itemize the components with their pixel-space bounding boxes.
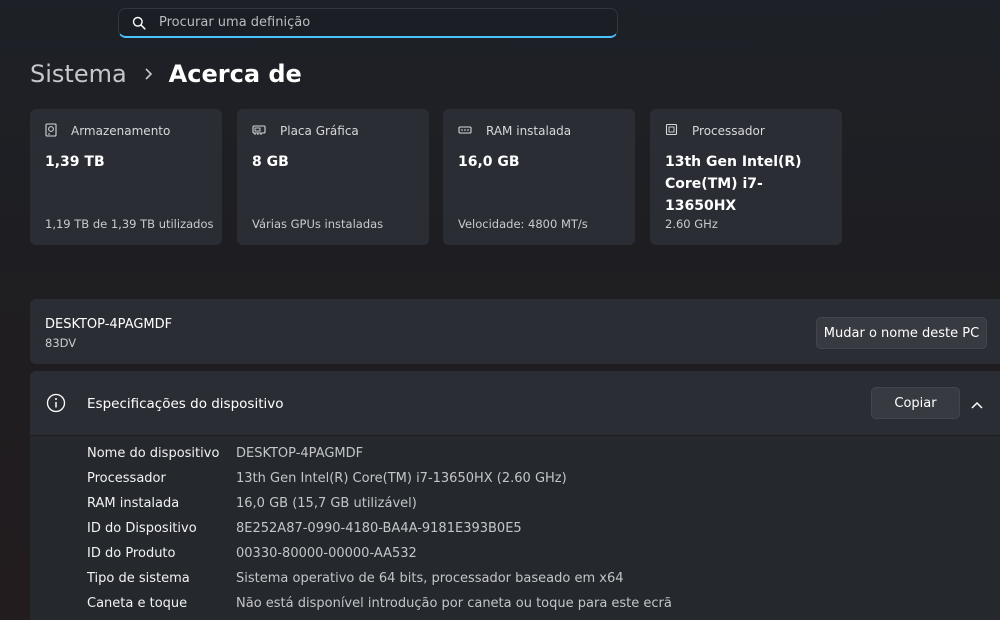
rename-pc-button[interactable]: Mudar o nome deste PC [816, 317, 987, 349]
breadcrumb: Sistema Acerca de [30, 56, 302, 92]
spec-label: RAM instalada [87, 496, 180, 511]
card-subtext: Várias GPUs instaladas [252, 217, 384, 231]
chevron-up-icon[interactable] [970, 395, 984, 414]
card-value: 13th Gen Intel(R) Core(TM) i7-13650HX [665, 154, 802, 214]
storage-icon [45, 122, 64, 140]
spec-label: Caneta e toque [87, 596, 188, 611]
card-processor: Processador 13th Gen Intel(R) Core(TM) i… [650, 109, 842, 245]
spec-value: DESKTOP-4PAGMDF [236, 446, 364, 461]
spec-value: 8E252A87-0990-4180-BA4A-9181E393B0E5 [236, 521, 522, 536]
spec-label: ID do Dispositivo [87, 521, 197, 536]
spec-row: Processador 13th Gen Intel(R) Core(TM) i… [87, 471, 567, 491]
card-value: 16,0 GB [458, 154, 520, 170]
card-ram: RAM instalada 16,0 GB Velocidade: 4800 M… [443, 109, 635, 245]
spec-row: ID do Dispositivo 8E252A87-0990-4180-BA4… [87, 521, 522, 541]
breadcrumb-parent-link[interactable]: Sistema [30, 60, 127, 88]
chevron-right-icon [143, 67, 153, 81]
copy-button[interactable]: Copiar [871, 387, 960, 419]
spec-label: Tipo de sistema [87, 571, 190, 586]
processor-icon [665, 123, 685, 139]
device-model: 83DV [45, 336, 77, 350]
spec-row: Caneta e toque Não está disponível intro… [87, 596, 672, 616]
page-title: Acerca de [168, 60, 302, 88]
device-name: DESKTOP-4PAGMDF [45, 317, 173, 332]
device-specs-header[interactable]: Especificações do dispositivo Copiar [30, 371, 1000, 435]
spec-label: Processador [87, 471, 166, 486]
graphics-card-icon [252, 124, 273, 139]
device-specs-body: Nome do dispositivo DESKTOP-4PAGMDF Proc… [30, 436, 1000, 620]
card-subtext: 2.60 GHz [665, 217, 718, 231]
info-icon [46, 393, 66, 417]
card-title: Placa Gráfica [280, 124, 359, 138]
spec-row: Tipo de sistema Sistema operativo de 64 … [87, 571, 623, 591]
search-icon [119, 16, 159, 30]
card-subtext: Velocidade: 4800 MT/s [458, 217, 588, 231]
card-title: RAM instalada [486, 124, 572, 138]
spec-row: Nome do dispositivo DESKTOP-4PAGMDF [87, 446, 363, 466]
spec-label: Nome do dispositivo [87, 446, 220, 461]
device-name-row: DESKTOP-4PAGMDF 83DV Mudar o nome deste … [30, 299, 1000, 364]
card-title: Processador [692, 124, 765, 138]
spec-value: Sistema operativo de 64 bits, processado… [236, 571, 624, 586]
card-title: Armazenamento [71, 124, 171, 138]
spec-value: 00330-80000-00000-AA532 [236, 546, 417, 561]
ram-icon [458, 124, 479, 139]
card-storage: Armazenamento 1,39 TB 1,19 TB de 1,39 TB… [30, 109, 222, 245]
card-graphics: Placa Gráfica 8 GB Várias GPUs instalada… [237, 109, 429, 245]
card-value: 8 GB [252, 154, 289, 170]
specs-title: Especificações do dispositivo [87, 396, 284, 412]
spec-value: 13th Gen Intel(R) Core(TM) i7-13650HX (2… [236, 471, 567, 486]
card-subtext: 1,19 TB de 1,39 TB utilizados [45, 217, 214, 231]
spec-row: RAM instalada 16,0 GB (15,7 GB utilizáve… [87, 496, 417, 516]
search-input[interactable] [159, 15, 579, 30]
spec-value: Não está disponível introdução por canet… [236, 596, 672, 611]
spec-value: 16,0 GB (15,7 GB utilizável) [236, 496, 417, 511]
spec-row: ID do Produto 00330-80000-00000-AA532 [87, 546, 417, 566]
spec-label: ID do Produto [87, 546, 176, 561]
search-box[interactable] [118, 8, 618, 38]
card-value: 1,39 TB [45, 154, 105, 170]
